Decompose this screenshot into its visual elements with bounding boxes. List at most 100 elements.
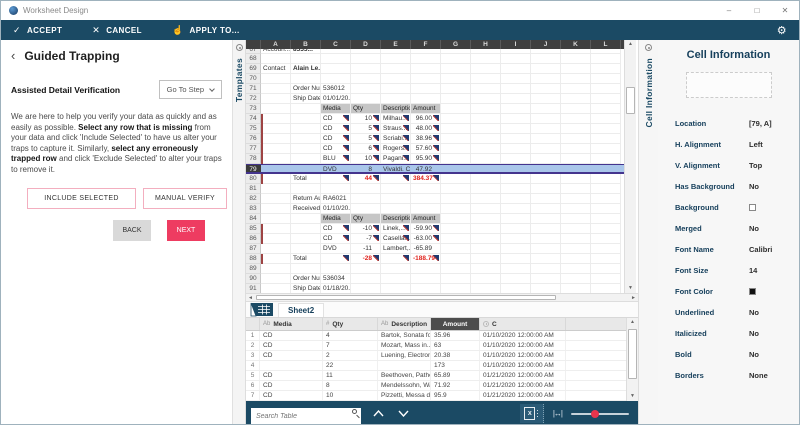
table-column-header-qty[interactable]: # Qty bbox=[323, 318, 378, 330]
grid-cell-A76[interactable] bbox=[261, 134, 291, 144]
row-number[interactable]: 75 bbox=[246, 124, 261, 134]
grid-row-68[interactable]: 68 bbox=[246, 54, 624, 64]
grid-cell-H86[interactable] bbox=[471, 234, 501, 244]
row-number[interactable]: 87 bbox=[246, 244, 261, 254]
cell-information-tab[interactable]: Cell Information bbox=[644, 58, 654, 128]
grid-cell-E73[interactable]: Description bbox=[381, 104, 411, 114]
grid-cell-D82[interactable] bbox=[351, 194, 381, 204]
grid-cell-E80[interactable] bbox=[381, 174, 411, 184]
grid-cell-C74[interactable]: CD bbox=[321, 114, 351, 124]
grid-cell-F86[interactable]: -63.00 bbox=[411, 234, 441, 244]
zoom-slider[interactable] bbox=[571, 409, 629, 419]
grid-cell-G75[interactable] bbox=[441, 124, 471, 134]
grid-cell-B82[interactable]: Return Au... bbox=[291, 194, 321, 204]
row-number[interactable]: 89 bbox=[246, 264, 261, 274]
grid-cell-I74[interactable] bbox=[501, 114, 531, 124]
grid-cell-H77[interactable] bbox=[471, 144, 501, 154]
row-number[interactable]: 70 bbox=[246, 74, 261, 84]
grid-cell-H73[interactable] bbox=[471, 104, 501, 114]
grid-cell-G84[interactable] bbox=[441, 214, 471, 224]
grid-cell-L68[interactable] bbox=[591, 54, 621, 64]
grid-cell-H68[interactable] bbox=[471, 54, 501, 64]
grid-cell-C85[interactable]: CD bbox=[321, 224, 351, 234]
grid-cell-F72[interactable] bbox=[411, 94, 441, 104]
grid-cell-I70[interactable] bbox=[501, 74, 531, 84]
grid-cell-K82[interactable] bbox=[561, 194, 591, 204]
minimize-button[interactable]: – bbox=[723, 1, 735, 20]
grid-cell-E83[interactable] bbox=[381, 204, 411, 214]
grid-cell-K88[interactable] bbox=[561, 254, 591, 264]
grid-cell-C87[interactable]: DVD bbox=[321, 244, 351, 254]
grid-cell-G82[interactable] bbox=[441, 194, 471, 204]
grid-cell-A73[interactable] bbox=[261, 104, 291, 114]
grid-cell-K74[interactable] bbox=[561, 114, 591, 124]
grid-row-86[interactable]: 86 CD -7 Casella... -63.00 bbox=[246, 234, 624, 244]
grid-cell-H84[interactable] bbox=[471, 214, 501, 224]
grid-cell-K83[interactable] bbox=[561, 204, 591, 214]
manual-verify-button[interactable]: MANUAL VERIFY bbox=[143, 188, 227, 209]
grid-cell-B74[interactable] bbox=[291, 114, 321, 124]
row-number[interactable]: 81 bbox=[246, 184, 261, 194]
grid-row-84[interactable]: 84 MediaQtyDescriptionAmount bbox=[246, 214, 624, 224]
grid-cell-E75[interactable]: Straus... bbox=[381, 124, 411, 134]
grid-cell-H78[interactable] bbox=[471, 154, 501, 164]
grid-cell-A85[interactable] bbox=[261, 224, 291, 234]
grid-cell-G85[interactable] bbox=[441, 224, 471, 234]
grid-cell-F91[interactable] bbox=[411, 284, 441, 293]
maximize-button[interactable]: □ bbox=[751, 1, 763, 20]
grid-cell-B89[interactable] bbox=[291, 264, 321, 274]
grid-cell-F71[interactable] bbox=[411, 84, 441, 94]
grid-cell-A80[interactable] bbox=[261, 174, 291, 184]
grid-cell-E91[interactable] bbox=[381, 284, 411, 293]
grid-row-88[interactable]: 88 Total -28 -188.79 bbox=[246, 254, 624, 264]
grid-cell-F77[interactable]: 57.60 bbox=[411, 144, 441, 154]
grid-cell-G74[interactable] bbox=[441, 114, 471, 124]
grid-row-74[interactable]: 74 CD 10 Milhau... 96.00 bbox=[246, 114, 624, 124]
row-number[interactable]: 73 bbox=[246, 104, 261, 114]
back-chevron-icon[interactable]: ‹ bbox=[11, 49, 15, 62]
grid-cell-D85[interactable]: -10 bbox=[351, 224, 381, 234]
grid-cell-A88[interactable] bbox=[261, 254, 291, 264]
grid-cell-J81[interactable] bbox=[531, 184, 561, 194]
row-number[interactable]: 82 bbox=[246, 194, 261, 204]
grid-cell-E79[interactable]: Vivaldi, C... bbox=[381, 165, 411, 172]
row-number[interactable]: 80 bbox=[246, 174, 261, 184]
grid-cell-C73[interactable]: Media bbox=[321, 104, 351, 114]
table-column-header-c[interactable]: C bbox=[480, 318, 566, 330]
grid-cell-G69[interactable] bbox=[441, 64, 471, 74]
grid-cell-A75[interactable] bbox=[261, 124, 291, 134]
grid-cell-J69[interactable] bbox=[531, 64, 561, 74]
grid-cell-H76[interactable] bbox=[471, 134, 501, 144]
grid-cell-C76[interactable]: CD bbox=[321, 134, 351, 144]
grid-cell-J91[interactable] bbox=[531, 284, 561, 293]
grid-cell-C79[interactable]: DVD bbox=[321, 165, 351, 172]
grid-cell-D88[interactable]: -28 bbox=[351, 254, 381, 264]
grid-cell-C69[interactable] bbox=[321, 64, 351, 74]
close-button[interactable]: ✕ bbox=[779, 1, 791, 20]
table-row[interactable]: 3CD2Luening, Electroni...20.3801/10/2020… bbox=[246, 351, 626, 361]
grid-cell-H90[interactable] bbox=[471, 274, 501, 284]
grid-cell-C70[interactable] bbox=[321, 74, 351, 84]
grid-scroll-thumb[interactable] bbox=[626, 87, 635, 114]
grid-cell-E88[interactable] bbox=[381, 254, 411, 264]
column-header-G[interactable]: G bbox=[441, 40, 471, 49]
grid-cell-J85[interactable] bbox=[531, 224, 561, 234]
grid-cell-E86[interactable]: Casella... bbox=[381, 234, 411, 244]
grid-cell-J88[interactable] bbox=[531, 254, 561, 264]
grid-cell-B87[interactable] bbox=[291, 244, 321, 254]
grid-row-76[interactable]: 76 CD 5 Scriabi... 38.96 bbox=[246, 134, 624, 144]
grid-cell-C90[interactable]: 536034 bbox=[321, 274, 351, 284]
slider-thumb[interactable] bbox=[591, 409, 600, 418]
grid-cell-C77[interactable]: CD bbox=[321, 144, 351, 154]
grid-row-82[interactable]: 82 Return Au...RA6021 bbox=[246, 194, 624, 204]
grid-cell-E69[interactable] bbox=[381, 64, 411, 74]
grid-cell-I81[interactable] bbox=[501, 184, 531, 194]
grid-hscroll-thumb[interactable] bbox=[256, 295, 556, 300]
grid-cell-I68[interactable] bbox=[501, 54, 531, 64]
grid-cell-H71[interactable] bbox=[471, 84, 501, 94]
grid-cell-C81[interactable] bbox=[321, 184, 351, 194]
grid-cell-E76[interactable]: Scriabi... bbox=[381, 134, 411, 144]
grid-cell-I71[interactable] bbox=[501, 84, 531, 94]
grid-cell-F87[interactable]: -65.89 bbox=[411, 244, 441, 254]
grid-cell-A74[interactable] bbox=[261, 114, 291, 124]
